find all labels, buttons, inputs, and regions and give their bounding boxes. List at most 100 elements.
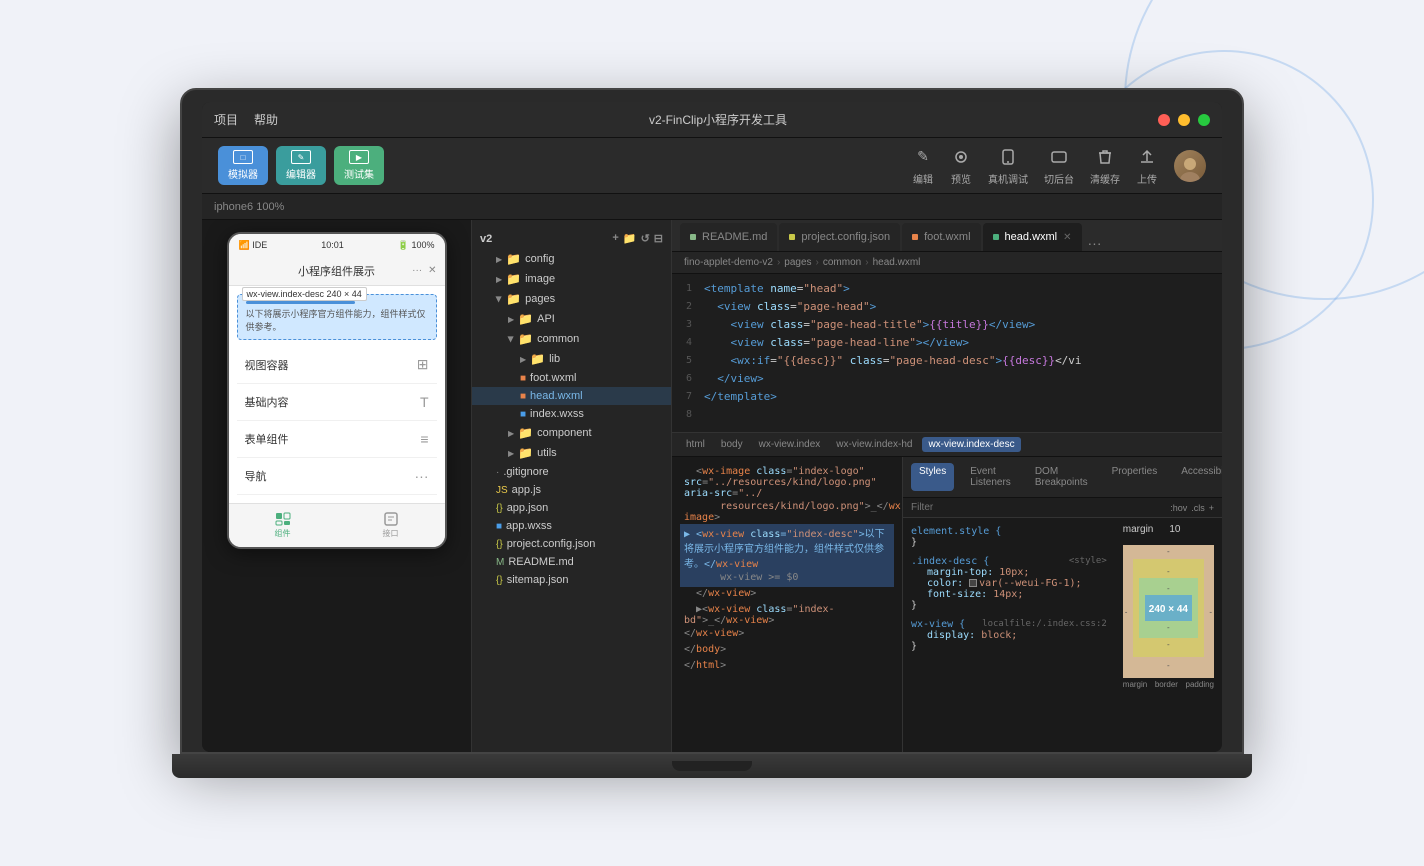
clear-cache-action[interactable]: 清缓存 [1090,146,1120,186]
line-num-8: 8 [672,408,704,420]
new-folder-icon[interactable]: 📁 [623,232,637,245]
tree-item-image[interactable]: ▶ 📁 image [472,269,671,289]
simulator-button[interactable]: □ 模拟器 [218,146,268,185]
maximize-button[interactable] [1198,114,1210,126]
phone-content: wx-view.index-desc 240 × 44 以下将展示小程序官方组件… [229,286,445,503]
tree-item-pages[interactable]: ▶ 📁 pages [472,289,671,309]
phone-tab-component[interactable]: 组件 [229,504,337,547]
new-file-icon[interactable]: + [612,232,618,245]
tree-item-project-json[interactable]: {} project.config.json [472,535,671,553]
background-action[interactable]: 切后台 [1044,146,1074,186]
label-padding: padding [1186,680,1214,689]
filter-hint-plus[interactable]: + [1209,503,1214,513]
edit-action[interactable]: ✎ 编辑 [912,146,934,186]
tree-item-index-wxss[interactable]: ■ index.wxss [472,405,671,423]
tab-more-button[interactable]: ··· [1088,235,1102,251]
menu-item-label-1: 基础内容 [245,394,289,410]
tab-head-wxml[interactable]: head.wxml ✕ [983,223,1082,251]
tree-item-foot-wxml[interactable]: ■ foot.wxml [472,369,671,387]
editor-button[interactable]: ✎ 编辑器 [276,146,326,185]
selected-item-label: wx-view.index-desc 240 × 44 [242,287,367,301]
tree-item-app-wxss[interactable]: ■ app.wxss [472,517,671,535]
preview-action[interactable]: 预览 [950,146,972,186]
tree-item-readme[interactable]: M README.md [472,553,671,571]
file-name-image: image [525,273,555,285]
minimize-button[interactable] [1178,114,1190,126]
menu-item-2[interactable]: 表单组件 ≡ [237,421,437,458]
file-name-config: config [525,253,554,265]
margin-top-val: - [1167,547,1170,556]
tab-close-head[interactable]: ✕ [1063,232,1071,243]
code-content-1: <template name="head"> [704,282,1222,295]
file-name-utils: utils [537,447,557,459]
tree-item-gitignore[interactable]: · .gitignore [472,463,671,481]
tree-item-app-json[interactable]: {} app.json [472,499,671,517]
style-font-size: font-size: 14px; [911,589,1107,600]
tab-project-json[interactable]: project.config.json [779,223,900,251]
phone-more-icon[interactable]: ··· [412,265,422,276]
tab-styles[interactable]: Styles [911,463,954,491]
file-name-readme: README.md [508,556,573,568]
collapse-icon[interactable]: ⊟ [654,232,663,245]
tree-item-config[interactable]: ▶ 📁 config [472,249,671,269]
test-button[interactable]: ▶ 测试集 [334,146,384,185]
tree-item-lib[interactable]: ▶ 📁 lib [472,349,671,369]
code-line-7: 7 </template> [672,390,1222,408]
menu-item-0[interactable]: 视图容器 ⊞ [237,346,437,384]
menu-bar: 项目 帮助 [214,111,278,128]
tree-item-head-wxml[interactable]: ■ head.wxml [472,387,671,405]
tree-item-api[interactable]: ▶ 📁 API [472,309,671,329]
clear-cache-label: 清缓存 [1090,171,1120,186]
filter-hint-cls[interactable]: .cls [1191,503,1205,513]
file-name-lib: lib [549,353,560,365]
json-icon-app: {} [496,503,503,514]
tree-item-sitemap[interactable]: {} sitemap.json [472,571,671,589]
device-debug-action[interactable]: 真机调试 [988,146,1028,186]
menu-item-icon-0: ⊞ [417,356,429,373]
phone-close-icon[interactable]: ✕ [428,265,436,276]
html-bc-wx-index-desc[interactable]: wx-view.index-desc [922,437,1020,452]
border-bottom-val: - [1139,640,1198,649]
html-bc-html[interactable]: html [680,437,711,452]
upload-action[interactable]: 上传 [1136,146,1158,186]
file-name-component: component [537,427,591,439]
file-name-gitignore: .gitignore [503,466,548,478]
menu-item-3[interactable]: 导航 ··· [237,458,437,495]
html-bc-wx-index-hd[interactable]: wx-view.index-hd [830,437,918,452]
html-bc-wx-index[interactable]: wx-view.index [753,437,827,452]
close-button[interactable] [1158,114,1170,126]
tab-event-listeners[interactable]: Event Listeners [962,463,1019,491]
tree-item-component[interactable]: ▶ 📁 component [472,423,671,443]
bc-root: fino-applet-demo-v2 [684,257,773,268]
toolbar: □ 模拟器 ✎ 编辑器 ▶ 测试集 [202,138,1222,194]
user-avatar[interactable] [1174,150,1206,182]
html-code-0b: resources/kind/logo.png">_</wx-image> [684,501,902,523]
menu-item-project[interactable]: 项目 [214,111,238,128]
tab-readme[interactable]: README.md [680,223,777,251]
menu-item-1[interactable]: 基础内容 T [237,384,437,421]
tab-foot-wxml[interactable]: foot.wxml [902,223,980,251]
tree-item-common[interactable]: ▶ 📁 common [472,329,671,349]
arrow-lib: ▶ [520,355,526,364]
tab-accessibility[interactable]: Accessibility [1173,463,1222,491]
tab-dom-breakpoints[interactable]: DOM Breakpoints [1027,463,1096,491]
phone-selected-item: wx-view.index-desc 240 × 44 以下将展示小程序官方组件… [237,294,437,340]
toolbar-actions: ✎ 编辑 预览 [912,146,1206,186]
tab-properties[interactable]: Properties [1104,463,1166,491]
tree-item-app-js[interactable]: JS app.js [472,481,671,499]
style-rule-wx-view: wx-view { localfile:/.index.css:2 displa… [911,619,1107,652]
refresh-icon[interactable]: ↺ [641,232,650,245]
filter-hint-hov[interactable]: :hov [1170,503,1187,513]
menu-item-help[interactable]: 帮助 [254,111,278,128]
code-area[interactable]: 1 <template name="head"> 2 <view class="… [672,274,1222,432]
html-bc-body[interactable]: body [715,437,749,452]
menu-item-icon-1: T [420,394,429,410]
phone-tab-interface[interactable]: 接口 [337,504,445,547]
file-tree-panel: v2 + 📁 ↺ ⊟ ▶ 📁 [472,220,672,752]
filter-input[interactable] [911,502,1162,513]
arrow-common: ▶ [507,336,516,342]
html-tree-panel: <wx-image class="index-logo" src="../res… [672,457,902,752]
preview-icon [950,146,972,168]
tree-item-utils[interactable]: ▶ 📁 utils [472,443,671,463]
phone-title: 小程序组件展示 [298,263,375,279]
